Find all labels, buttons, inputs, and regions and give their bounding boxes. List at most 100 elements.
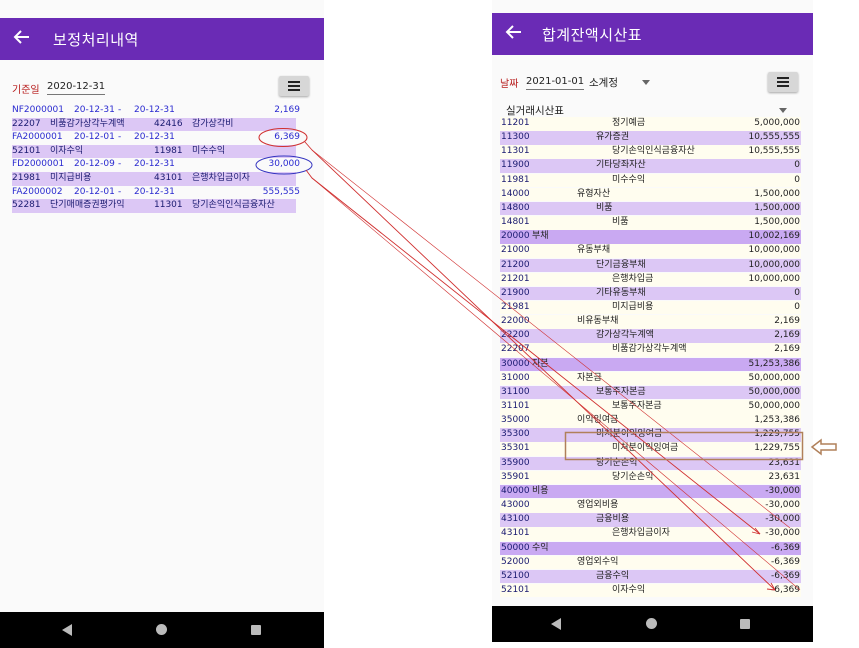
- voucher-code: FD2000001: [12, 159, 65, 170]
- balance: -6,369: [770, 542, 800, 553]
- account-name: 당기순손익: [612, 471, 654, 482]
- account-code: 14000: [501, 188, 530, 199]
- trial-balance-row[interactable]: 22207 비품감가상각누계액 2,169: [500, 343, 801, 357]
- trial-balance-row[interactable]: 21200 단기금융부채 10,000,000: [500, 258, 801, 272]
- balance: 0: [794, 287, 800, 298]
- account-code: 43100: [501, 514, 530, 525]
- trial-balance-row[interactable]: 21000 유동부채 10,000,000: [500, 244, 801, 258]
- trial-balance-row[interactable]: 31101 보통주자본금 50,000,000: [500, 400, 801, 414]
- nav-recent-icon[interactable]: [740, 619, 750, 629]
- balance: -30,000: [765, 500, 800, 511]
- debit-account: 이자수익: [50, 145, 84, 156]
- trial-balance-row[interactable]: 31000 자본금 50,000,000: [500, 371, 801, 386]
- balance: 10,000,000: [748, 259, 800, 270]
- account-name: 은행차입금이자: [612, 528, 670, 539]
- trial-balance-row[interactable]: 52000 영업외수익 -6,369: [500, 555, 801, 570]
- correction-row[interactable]: 52101 이자수익 11981 미수수익: [12, 144, 296, 159]
- trial-balance-row[interactable]: 20000 부채 10,002,169: [500, 230, 801, 244]
- trial-balance-row[interactable]: 22200 감가상각누계액 2,169: [500, 329, 801, 343]
- system-nav-bar: [492, 606, 813, 642]
- account-name: 기타유동부채: [596, 287, 646, 298]
- account-code: 30000: [501, 358, 530, 369]
- credit-code: 11301: [154, 200, 183, 211]
- from-date: 20-12-01: [74, 132, 115, 143]
- trial-balance-row[interactable]: 35301 미처분이익잉여금 1,229,755: [500, 442, 801, 456]
- trial-balance-row[interactable]: 22000 비유동부채 2,169: [500, 315, 801, 329]
- account-name: 당기손익인식금융자산: [612, 146, 695, 157]
- correction-row[interactable]: FA2000001 20-12-01- 20-12-31 6,369: [12, 131, 300, 145]
- correction-row[interactable]: 22207 비품감가상각누계액 42416 감가상각비: [12, 117, 296, 132]
- mode-select[interactable]: 소계정: [589, 75, 618, 90]
- date-separator: -: [118, 186, 122, 197]
- trial-balance-row[interactable]: 30000 자본 51,253,386: [500, 357, 801, 372]
- account-name: 기타당좌자산: [596, 160, 646, 171]
- trial-balance-row[interactable]: 11900 기타당좌자산 0: [500, 159, 801, 173]
- account-name: 비품감가상각누계액: [612, 344, 687, 355]
- trial-balance-row[interactable]: 52101 이자수익 -6,369: [500, 583, 801, 598]
- trial-balance-row[interactable]: 11201 정기예금 5,000,000: [500, 117, 801, 131]
- nav-back-icon[interactable]: [62, 624, 72, 636]
- date-separator: -: [118, 132, 122, 143]
- balance: 10,000,000: [748, 245, 800, 256]
- menu-button[interactable]: [279, 76, 309, 96]
- trial-balance-row[interactable]: 43000 영업외비용 -30,000: [500, 499, 801, 513]
- back-arrow-icon[interactable]: [504, 22, 524, 42]
- trial-balance-row[interactable]: 43101 은행차입금이자 -30,000: [500, 527, 801, 541]
- correction-row[interactable]: FA2000002 20-12-01- 20-12-31 555,555: [12, 186, 300, 200]
- trial-balance-row[interactable]: 11300 유가증권 10,555,555: [500, 131, 801, 145]
- trial-balance-row[interactable]: 35000 이익잉여금 1,253,386: [500, 414, 801, 428]
- back-arrow-icon[interactable]: [12, 27, 32, 47]
- trial-balance-row[interactable]: 40000 비용 -30,000: [500, 484, 801, 499]
- balance: -30,000: [765, 528, 800, 539]
- trial-balance-row[interactable]: 35900 당기순손익 23,631: [500, 456, 801, 471]
- balance: 51,253,386: [748, 358, 800, 369]
- balance: 10,555,555: [748, 132, 800, 143]
- nav-recent-icon[interactable]: [251, 625, 261, 635]
- trial-balance-row[interactable]: 35300 미처분이익잉여금 1,229,755: [500, 428, 801, 442]
- trial-balance-row[interactable]: 21981 미지급비용 0: [500, 300, 801, 315]
- from-date: 20-12-09: [74, 159, 115, 170]
- trial-balance-row[interactable]: 31100 보통주자본금 50,000,000: [500, 385, 801, 400]
- trial-balance-row[interactable]: 52100 금융수익 -6,369: [500, 569, 801, 584]
- mode-dropdown-icon[interactable]: [642, 80, 650, 85]
- account-name: 유형자산: [577, 188, 611, 199]
- date-label: 날짜: [500, 79, 519, 90]
- credit-account: 당기손익인식금융자산: [192, 200, 275, 211]
- account-code: 52101: [501, 584, 530, 595]
- nav-home-icon[interactable]: [156, 624, 167, 635]
- from-date: 20-12-31: [74, 105, 115, 115]
- trial-balance-row[interactable]: 21201 은행차입금 10,000,000: [500, 272, 801, 287]
- trial-balance-row[interactable]: 35901 당기순손익 23,631: [500, 470, 801, 485]
- trial-balance-row[interactable]: 14000 유형자산 1,500,000: [500, 187, 801, 202]
- pointer-arrow-icon: [810, 438, 837, 456]
- nav-home-icon[interactable]: [646, 618, 657, 629]
- account-code: 14800: [501, 202, 530, 213]
- trial-balance-row[interactable]: 43100 금융비용 -30,000: [500, 513, 801, 527]
- correction-row[interactable]: 52281 단기매매증권평가익 11301 당기손익인식금융자산: [12, 199, 296, 213]
- correction-row[interactable]: FD2000001 20-12-09- 20-12-31 30,000: [12, 158, 300, 172]
- voucher-code: NF2000001: [12, 105, 64, 115]
- menu-button[interactable]: [768, 72, 798, 92]
- account-code: 52000: [501, 556, 530, 567]
- trial-balance-row[interactable]: 11981 미수수익 0: [500, 173, 801, 188]
- correction-row[interactable]: 21981 미지급비용 43101 은행차입금이자: [12, 172, 296, 186]
- account-name: 자본금: [577, 372, 602, 383]
- date-field[interactable]: 2021-01-01: [526, 76, 585, 90]
- report-dropdown-icon[interactable]: [779, 108, 787, 113]
- trial-balance-row[interactable]: 21900 기타유동부채 0: [500, 286, 801, 301]
- trial-balance-row[interactable]: 14800 비품 1,500,000: [500, 201, 801, 216]
- correction-row[interactable]: NF2000001 20-12-31-20-12-31 2,169: [12, 104, 300, 118]
- trial-balance-row[interactable]: 50000 수익 -6,369: [500, 541, 801, 555]
- trial-balance-row[interactable]: 11301 당기손익인식금융자산 10,555,555: [500, 145, 801, 159]
- voucher-code: FA2000001: [12, 132, 63, 143]
- trial-balance-content: 날짜 2021-01-01 소계정 실거래시산표 11201 정기예금 5,000,…: [492, 55, 813, 610]
- trial-balance-row[interactable]: 14801 비품 1,500,000: [500, 216, 801, 230]
- report-type-select[interactable]: 실거래시산표: [506, 103, 564, 118]
- nav-back-icon[interactable]: [551, 618, 561, 630]
- base-date-field[interactable]: 2020-12-31: [47, 81, 106, 95]
- balance: 50,000,000: [748, 386, 800, 397]
- account-name: 비품: [612, 217, 629, 228]
- debit-account: 비품감가상각누계액: [50, 118, 125, 129]
- balance: -6,369: [770, 570, 800, 581]
- account-name: 비용: [532, 485, 549, 496]
